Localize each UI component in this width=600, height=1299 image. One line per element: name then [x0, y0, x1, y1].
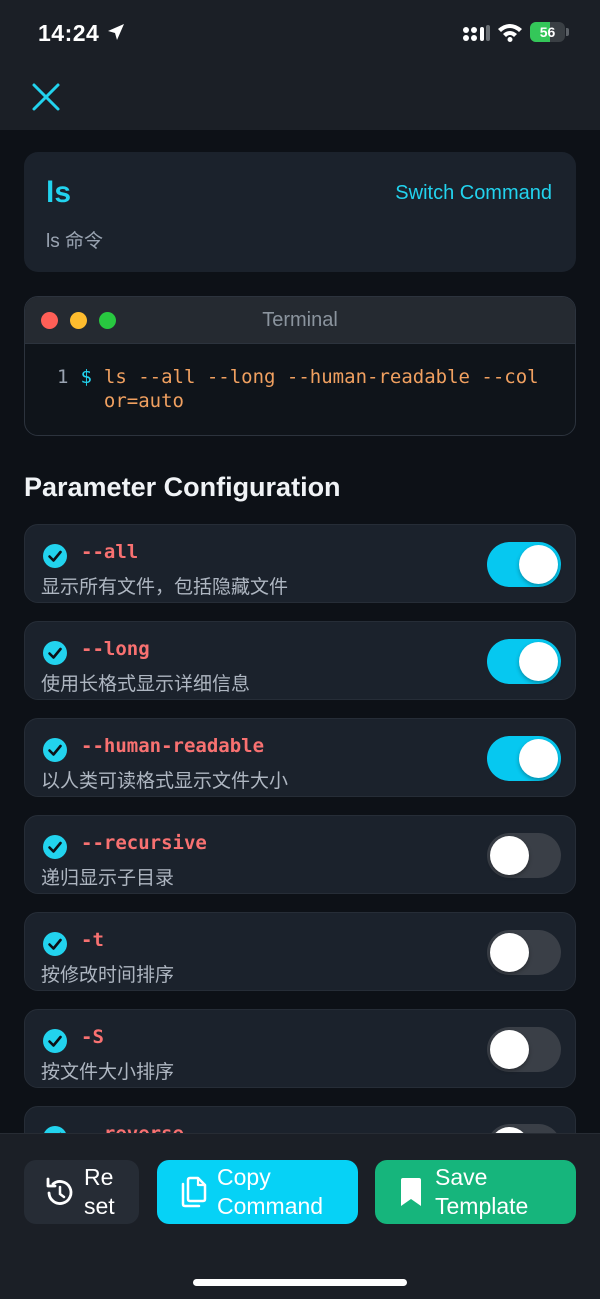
check-circle-icon: [43, 544, 67, 568]
terminal-preview: Terminal 1 $ ls --all --long --human-reada…: [24, 296, 576, 436]
close-icon[interactable]: [28, 79, 64, 115]
param-description: 显示所有文件，包括隐藏文件: [41, 577, 289, 598]
check-circle-icon: [43, 738, 67, 762]
param-description: 以人类可读格式显示文件大小: [41, 771, 289, 792]
terminal-line: 1 $ ls --all --long --human-readable --col…: [57, 365, 544, 413]
command-card: ls ls 命令 Switch Command: [24, 152, 576, 272]
param-description: 按修改时间排序: [41, 965, 175, 986]
parameter-list: --all 显示所有文件，包括隐藏文件 --long 使用长格式显示详细信息 --hum…: [24, 524, 576, 1134]
line-number: 1: [57, 366, 69, 388]
param-card: --recursive 递归显示子目录: [24, 815, 576, 894]
check-circle-icon: [43, 835, 67, 859]
toggle-knob: [490, 836, 529, 875]
status-bar: 14:24 56: [0, 0, 600, 64]
param-description: 按文件大小排序: [41, 1062, 175, 1083]
nav-bar: [0, 64, 600, 130]
param-description: 使用长格式显示详细信息: [41, 674, 251, 695]
terminal-title: Terminal: [262, 309, 338, 331]
param-card: --reverse: [24, 1106, 576, 1134]
copy-command-button[interactable]: Copy Command: [157, 1160, 358, 1224]
switch-command-button[interactable]: Switch Command: [395, 182, 552, 205]
command-description: ls 命令: [46, 231, 104, 252]
terminal-title-bar: Terminal: [25, 297, 575, 344]
param-card: -S 按文件大小排序: [24, 1009, 576, 1088]
param-description: 递归显示子目录: [41, 868, 175, 889]
status-time: 14:24: [38, 20, 100, 46]
param-flag: --human-readable: [81, 735, 265, 757]
save-template-button[interactable]: Save Template: [375, 1160, 576, 1224]
param-toggle[interactable]: [487, 736, 561, 781]
toggle-knob: [490, 1030, 529, 1069]
location-arrow-icon: [108, 24, 124, 40]
param-toggle[interactable]: [487, 833, 561, 878]
check-circle-icon: [43, 1029, 67, 1053]
param-flag: -S: [81, 1026, 104, 1048]
cellular-signal-icon: [463, 25, 490, 41]
battery-tip: [566, 28, 569, 36]
home-indicator: [193, 1279, 407, 1286]
param-toggle[interactable]: [487, 1027, 561, 1072]
param-card: --long 使用长格式显示详细信息: [24, 621, 576, 700]
bookmark-icon: [401, 1178, 421, 1206]
terminal-prompt: $: [80, 366, 92, 388]
reset-button[interactable]: Re set: [24, 1160, 139, 1224]
bottom-toolbar: Re set Copy Command Save Template: [0, 1133, 600, 1299]
check-circle-icon: [43, 641, 67, 665]
param-flag: --long: [81, 638, 150, 660]
terminal-command-text: ls --all --long --human-readable --color…: [103, 366, 539, 412]
param-flag: -t: [81, 929, 104, 951]
param-flag: --recursive: [81, 832, 207, 854]
param-toggle[interactable]: [487, 930, 561, 975]
save-template-label: Save Template: [435, 1164, 529, 1219]
command-name: ls: [46, 176, 72, 209]
param-card: --human-readable 以人类可读格式显示文件大小: [24, 718, 576, 797]
battery-percent: 56: [539, 24, 556, 40]
toggle-knob: [519, 739, 558, 778]
toggle-knob: [490, 933, 529, 972]
toggle-knob: [519, 642, 558, 681]
param-card: -t 按修改时间排序: [24, 912, 576, 991]
param-card: --all 显示所有文件，包括隐藏文件: [24, 524, 576, 603]
param-flag: --all: [81, 541, 139, 563]
toggle-knob: [519, 545, 558, 584]
param-toggle[interactable]: [487, 542, 561, 587]
screen: 14:24 56 ls ls 命令 Switch Command Termina…: [0, 0, 600, 1299]
param-toggle[interactable]: [487, 639, 561, 684]
battery-indicator: 56: [530, 22, 570, 42]
copy-icon: [181, 1176, 207, 1208]
copy-command-label: Copy Command: [217, 1164, 324, 1219]
battery-body: 56: [530, 22, 565, 42]
reset-button-label: Re set: [84, 1164, 115, 1219]
section-title: Parameter Configuration: [24, 472, 341, 502]
check-circle-icon: [43, 932, 67, 956]
wifi-icon: [498, 24, 522, 42]
reset-icon: [46, 1177, 73, 1205]
